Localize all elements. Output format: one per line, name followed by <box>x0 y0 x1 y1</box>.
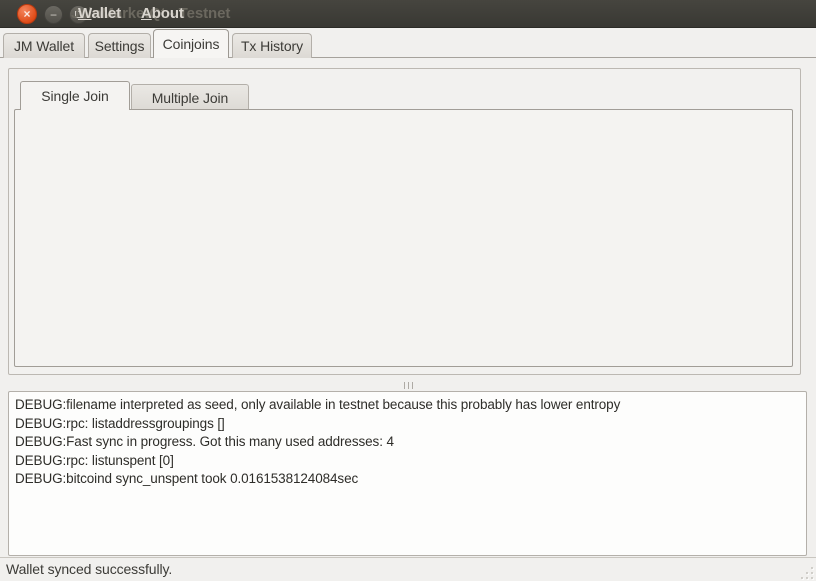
close-button[interactable]: × <box>17 4 37 24</box>
menu-wallet-accel: W <box>78 5 92 22</box>
menu-item-about[interactable]: About <box>141 0 184 28</box>
log-line: DEBUG:bitcoind sync_unspent took 0.01615… <box>15 470 800 489</box>
subtab-single-join[interactable]: Single Join <box>20 81 130 110</box>
tab-jm-wallet[interactable]: JM Wallet <box>3 33 85 58</box>
menu-wallet-rest: allet <box>92 5 122 22</box>
minimize-icon: − <box>50 9 57 21</box>
log-line: DEBUG:rpc: listunspent [0] <box>15 452 800 471</box>
app-window: { "titlebar": { "title_ghost": "JoinMark… <box>0 0 816 581</box>
subtab-multiple-join[interactable]: Multiple Join <box>131 84 249 110</box>
minimize-button[interactable]: − <box>44 5 63 24</box>
close-icon: × <box>24 8 31 20</box>
status-bar: Wallet synced successfully. <box>0 557 816 581</box>
splitter-handle[interactable] <box>0 380 816 391</box>
log-line: DEBUG:rpc: listaddressgroupings [] <box>15 415 800 434</box>
status-message: Wallet synced successfully. <box>6 561 172 577</box>
resize-grip-icon[interactable] <box>800 566 813 579</box>
tab-settings[interactable]: Settings <box>88 33 151 58</box>
menu-item-wallet[interactable]: Wallet <box>78 0 121 28</box>
menu-about-rest: bout <box>152 5 184 22</box>
log-line: DEBUG:filename interpreted as seed, only… <box>15 396 800 415</box>
tab-coinjoins[interactable]: Coinjoins <box>153 29 229 58</box>
log-output[interactable]: DEBUG:filename interpreted as seed, only… <box>8 391 807 556</box>
menu-about-accel: A <box>141 5 152 22</box>
single-join-pane <box>14 109 793 367</box>
log-line: DEBUG:Fast sync in progress. Got this ma… <box>15 433 800 452</box>
titlebar: × − JoinMarketQt - Testnet Wallet About <box>0 0 816 28</box>
tab-tx-history[interactable]: Tx History <box>232 33 312 58</box>
